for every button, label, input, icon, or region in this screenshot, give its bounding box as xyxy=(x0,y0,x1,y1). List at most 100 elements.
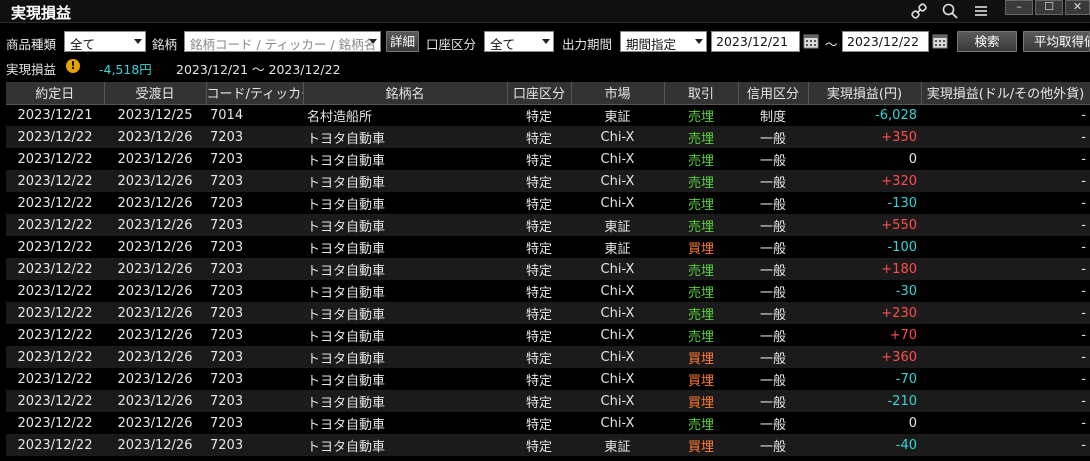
header-account[interactable]: 口座区分 xyxy=(507,82,572,105)
symbol-input[interactable]: 銘柄コード / ティッカー / 銘柄名 xyxy=(184,31,381,52)
header-pl-jpy[interactable]: 実現損益(円) xyxy=(808,82,922,105)
table-row[interactable]: 2023/12/21 2023/12/25 7014 名村造船所 特定 東証 売埋 制度 -6,… xyxy=(6,104,1090,126)
header-market[interactable]: 市場 xyxy=(571,82,665,105)
trade-cell: 売埋 xyxy=(664,148,738,170)
pl-fx-cell: - xyxy=(921,236,1090,258)
code-cell: 7203 xyxy=(206,390,303,412)
search-button[interactable]: 検索 xyxy=(957,31,1017,52)
table-header-row: 約定日受渡日コード/ティッカー銘柄名口座区分市場取引信用区分実現損益(円)実現損… xyxy=(6,82,1090,105)
table-row[interactable]: 2023/12/22 2023/12/26 7203 トヨタ自動車 特定 Chi-X 売埋一… xyxy=(6,192,1090,214)
header-margin[interactable]: 信用区分 xyxy=(738,82,809,105)
name-cell: 名村造船所 xyxy=(303,104,507,126)
header-trade[interactable]: 取引 xyxy=(664,82,739,105)
pl-fx-cell: - xyxy=(921,104,1090,126)
code-cell: 7203 xyxy=(206,126,303,148)
name-cell: トヨタ自動車 xyxy=(303,192,507,214)
date-from-input[interactable]: 2023/12/21 xyxy=(711,31,800,52)
margin-cell: 一般 xyxy=(738,170,808,192)
account-cell: 特定 xyxy=(507,434,571,456)
table-row[interactable]: 2023/12/22 2023/12/26 7203 トヨタ自動車 特定 Chi-X 買埋一… xyxy=(6,368,1090,390)
name-cell: トヨタ自動車 xyxy=(303,170,507,192)
table-row[interactable]: 2023/12/22 2023/12/26 7203 トヨタ自動車 特定 東証 売埋 一般 +5… xyxy=(6,214,1090,236)
market-cell: Chi-X xyxy=(571,280,664,302)
table-row[interactable]: 2023/12/22 2023/12/26 7203 トヨタ自動車 特定 東証 買埋 一般 -1… xyxy=(6,236,1090,258)
table-row[interactable]: 2023/12/22 2023/12/26 7203 トヨタ自動車 特定 Chi-X 買埋一… xyxy=(6,346,1090,368)
trade-cell: 買埋 xyxy=(664,236,738,258)
settle-date-cell: 2023/12/26 xyxy=(104,412,206,434)
table-row[interactable]: 2023/12/22 2023/12/26 7203 トヨタ自動車 特定 東証 買埋 一般 -4… xyxy=(6,434,1090,456)
average-price-button[interactable]: 平均取得価 xyxy=(1023,31,1090,52)
trade-cell: 売埋 xyxy=(664,412,738,434)
search-icon[interactable] xyxy=(939,1,961,21)
trade-date-cell: 2023/12/22 xyxy=(6,126,104,148)
settle-date-cell: 2023/12/26 xyxy=(104,258,206,280)
market-cell: Chi-X xyxy=(571,258,664,280)
account-cell: 特定 xyxy=(507,412,571,434)
account-select[interactable]: 全て xyxy=(484,31,554,52)
name-cell: トヨタ自動車 xyxy=(303,346,507,368)
market-cell: Chi-X xyxy=(571,346,664,368)
trade-date-cell: 2023/12/22 xyxy=(6,170,104,192)
margin-cell: 一般 xyxy=(738,148,808,170)
market-cell: Chi-X xyxy=(571,126,664,148)
table-row[interactable]: 2023/12/22 2023/12/26 7203 トヨタ自動車 特定 Chi-X 売埋一… xyxy=(6,280,1090,302)
trade-cell: 買埋 xyxy=(664,368,738,390)
maximize-button[interactable]: ☐ xyxy=(1035,0,1063,15)
product-type-select[interactable]: 全て xyxy=(64,31,146,52)
trade-date-cell: 2023/12/22 xyxy=(6,324,104,346)
product-type-value: 全て xyxy=(70,37,96,52)
date-to-input[interactable]: 2023/12/22 xyxy=(842,31,929,52)
pl-jpy-cell: +230 xyxy=(808,302,921,324)
trade-date-cell: 2023/12/22 xyxy=(6,368,104,390)
market-cell: 東証 xyxy=(571,434,664,456)
detail-button[interactable]: 詳細 xyxy=(386,31,419,52)
settle-date-cell: 2023/12/26 xyxy=(104,368,206,390)
market-cell: 東証 xyxy=(571,236,664,258)
header-settle-date[interactable]: 受渡日 xyxy=(104,82,207,105)
link-icon[interactable] xyxy=(908,1,930,21)
name-cell: トヨタ自動車 xyxy=(303,258,507,280)
header-pl-fx[interactable]: 実現損益(ドル/その他外貨) xyxy=(921,82,1090,105)
pl-jpy-cell: +70 xyxy=(808,324,921,346)
title-bar: 実現損益 – ☐ ✕ xyxy=(0,0,1090,23)
table-row[interactable]: 2023/12/22 2023/12/26 7203 トヨタ自動車 特定 Chi-X 買埋一… xyxy=(6,390,1090,412)
period-select[interactable]: 期間指定 xyxy=(620,31,707,52)
market-cell: 東証 xyxy=(571,214,664,236)
settle-date-cell: 2023/12/26 xyxy=(104,192,206,214)
trade-cell: 売埋 xyxy=(664,258,738,280)
account-cell: 特定 xyxy=(507,214,571,236)
table-row[interactable]: 2023/12/22 2023/12/26 7203 トヨタ自動車 特定 Chi-X 売埋一… xyxy=(6,324,1090,346)
margin-cell: 一般 xyxy=(738,390,808,412)
warning-icon[interactable]: ! xyxy=(66,59,80,73)
window-title: 実現損益 xyxy=(11,4,72,22)
trade-date-cell: 2023/12/22 xyxy=(6,302,104,324)
market-cell: Chi-X xyxy=(571,170,664,192)
calendar-icon[interactable] xyxy=(803,33,819,49)
margin-cell: 一般 xyxy=(738,324,808,346)
pl-jpy-cell: +180 xyxy=(808,258,921,280)
pl-jpy-cell: +550 xyxy=(808,214,921,236)
name-cell: トヨタ自動車 xyxy=(303,390,507,412)
menu-icon[interactable] xyxy=(970,1,992,21)
settle-date-cell: 2023/12/26 xyxy=(104,170,206,192)
trade-date-cell: 2023/12/22 xyxy=(6,390,104,412)
settle-date-cell: 2023/12/26 xyxy=(104,434,206,456)
pl-fx-cell: - xyxy=(921,192,1090,214)
table-row[interactable]: 2023/12/22 2023/12/26 7203 トヨタ自動車 特定 Chi-X 売埋一… xyxy=(6,170,1090,192)
close-button[interactable]: ✕ xyxy=(1065,0,1090,15)
calendar-icon[interactable] xyxy=(932,33,948,49)
account-cell: 特定 xyxy=(507,302,571,324)
margin-cell: 一般 xyxy=(738,258,808,280)
header-code[interactable]: コード/ティッカー xyxy=(206,82,304,105)
pl-jpy-cell: -100 xyxy=(808,236,921,258)
minimize-button[interactable]: – xyxy=(1005,0,1033,15)
trade-cell: 売埋 xyxy=(664,170,738,192)
table-row[interactable]: 2023/12/22 2023/12/26 7203 トヨタ自動車 特定 Chi-X 売埋一… xyxy=(6,412,1090,434)
name-cell: トヨタ自動車 xyxy=(303,148,507,170)
table-row[interactable]: 2023/12/22 2023/12/26 7203 トヨタ自動車 特定 Chi-X 売埋一… xyxy=(6,148,1090,170)
header-trade-date[interactable]: 約定日 xyxy=(6,82,105,105)
table-row[interactable]: 2023/12/22 2023/12/26 7203 トヨタ自動車 特定 Chi-X 売埋一… xyxy=(6,258,1090,280)
table-row[interactable]: 2023/12/22 2023/12/26 7203 トヨタ自動車 特定 Chi-X 売埋一… xyxy=(6,302,1090,324)
header-name[interactable]: 銘柄名 xyxy=(303,82,508,105)
table-row[interactable]: 2023/12/22 2023/12/26 7203 トヨタ自動車 特定 Chi-X 売埋一… xyxy=(6,126,1090,148)
